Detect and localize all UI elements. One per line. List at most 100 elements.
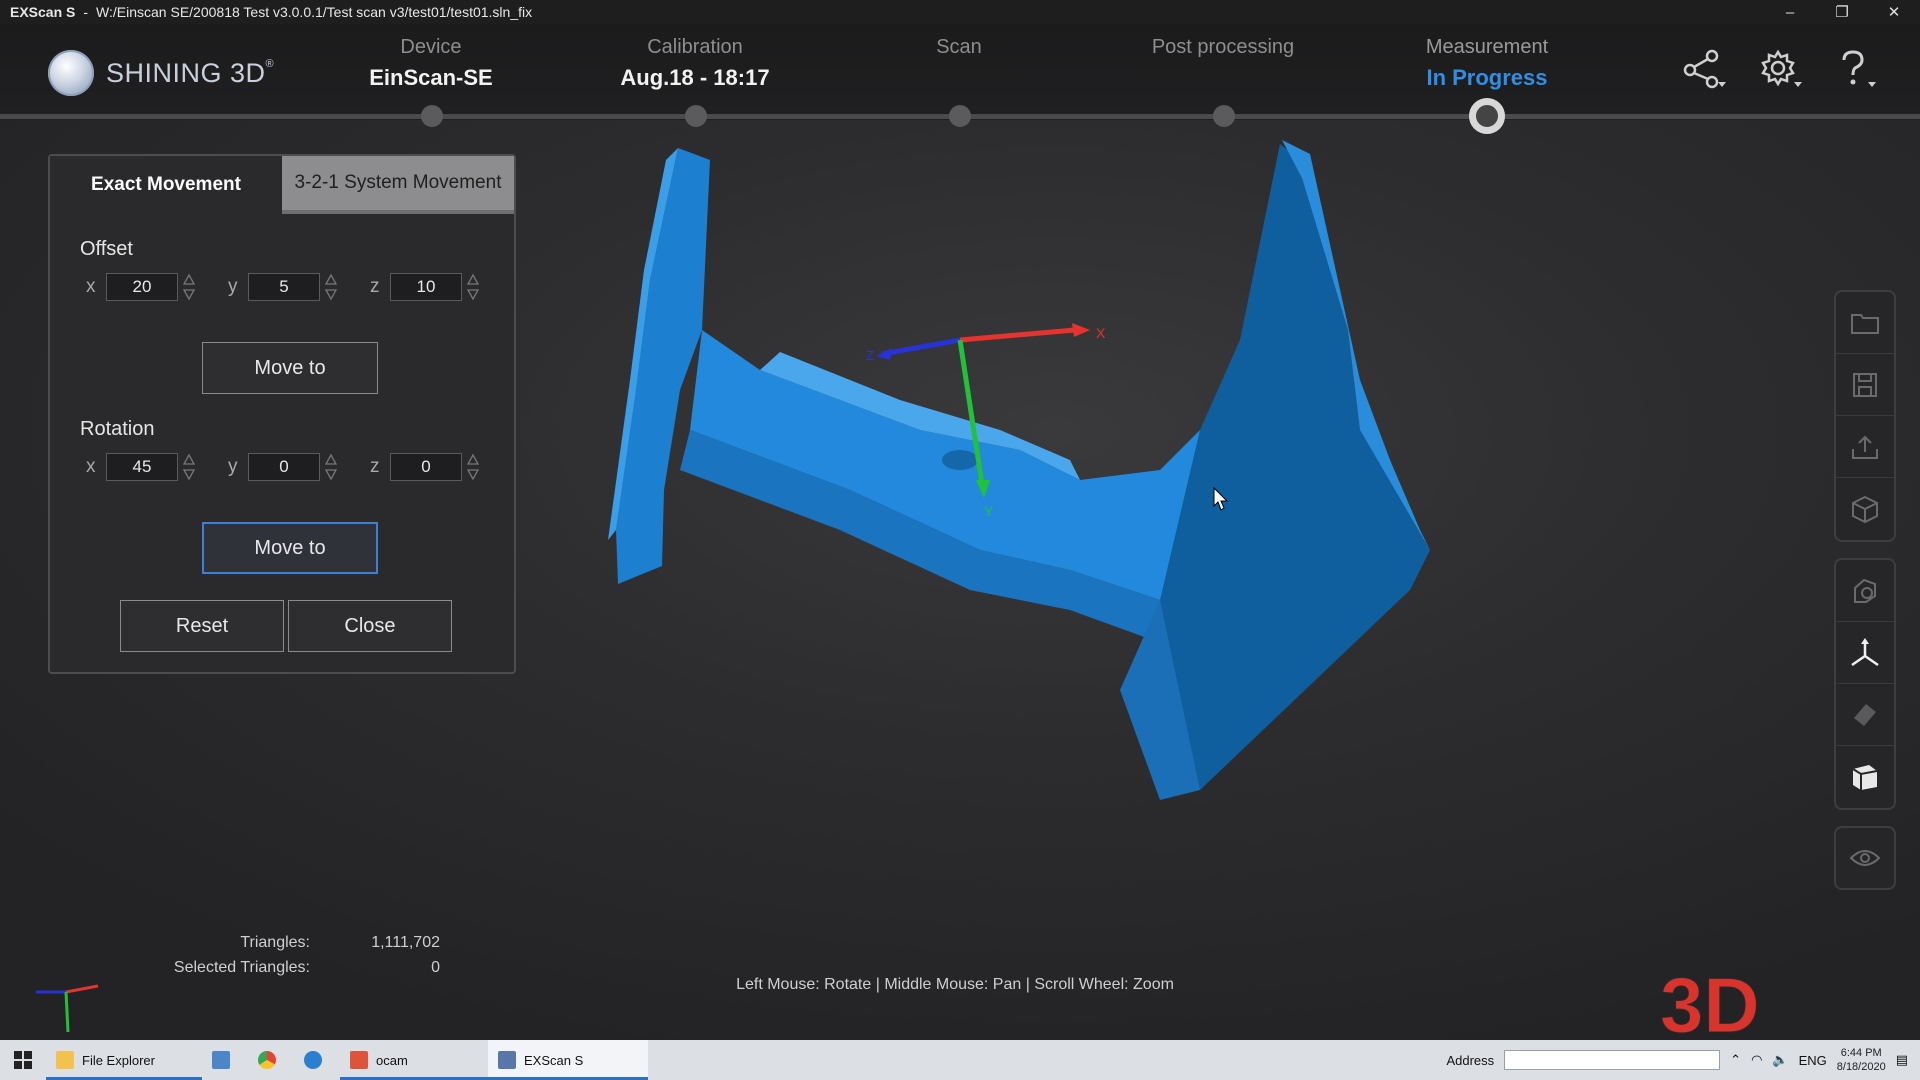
taskbar-exscan[interactable]: EXScan S [488, 1040, 648, 1080]
mouse-hint: Left Mouse: Rotate | Middle Mouse: Pan |… [736, 976, 1174, 993]
edge-icon [304, 1051, 322, 1069]
rotation-move-to-button[interactable]: Move to [202, 522, 378, 574]
align-icon[interactable] [1836, 560, 1894, 622]
coordinate-axes-icon[interactable] [1836, 622, 1894, 684]
view-toolgroup [1834, 826, 1896, 890]
step-scan[interactable]: Scan [849, 36, 1069, 65]
file-toolgroup [1834, 290, 1896, 542]
windows-start-icon[interactable] [0, 1040, 46, 1080]
tray-chevron-icon[interactable]: ⌃ [1730, 1052, 1741, 1068]
step-post-processing[interactable]: Post processing [1113, 36, 1333, 65]
step-measurement[interactable]: Measurement In Progress [1377, 36, 1597, 91]
offset-y-input[interactable]: 5 [248, 273, 320, 301]
selected-triangles-label: Selected Triangles: [173, 959, 310, 976]
rotation-y-input[interactable]: 0 [248, 453, 320, 481]
step-node-measurement[interactable] [1469, 98, 1505, 134]
rotation-y-spinner-icon[interactable] [322, 452, 340, 482]
rotation-x-spinner-icon[interactable] [180, 452, 198, 482]
settings-icon[interactable] [1758, 46, 1804, 92]
eye-icon[interactable] [1836, 828, 1894, 888]
rotation-z-input[interactable]: 0 [390, 453, 462, 481]
taskbar-app-1[interactable] [202, 1040, 248, 1080]
triangles-row: Triangles: 1,111,702 [140, 934, 440, 959]
gizmo-z-label: Z [866, 348, 874, 363]
axis-label-x: x [86, 276, 96, 297]
step-node-post-processing[interactable] [1213, 105, 1235, 127]
step-label: Calibration [647, 36, 743, 58]
selected-triangles-row: Selected Triangles: 0 [140, 959, 440, 984]
taskbar-file-explorer[interactable]: File Explorer [46, 1040, 202, 1080]
step-label: Scan [936, 36, 982, 58]
measure-icon[interactable] [1836, 684, 1894, 746]
axis-label-y: y [228, 456, 238, 477]
offset-x-input[interactable]: 20 [106, 273, 178, 301]
movement-tabs: Exact Movement 3-2-1 System Movement [50, 156, 514, 214]
window-controls: – ❐ ✕ [1764, 0, 1920, 24]
offset-move-to-button[interactable]: Move to [202, 342, 378, 394]
title-separator: - [83, 4, 89, 20]
minimize-button[interactable]: – [1764, 0, 1816, 24]
step-node-scan[interactable] [949, 105, 971, 127]
export-icon[interactable] [1836, 416, 1894, 478]
scan-model-viewport[interactable]: X Y Z [600, 130, 1460, 810]
workflow-steps: Device EinScan-SE Calibration Aug.18 - 1… [0, 24, 1920, 134]
step-device[interactable]: Device EinScan-SE [321, 36, 541, 91]
folder-icon[interactable] [1836, 292, 1894, 354]
network-icon[interactable]: ◠ [1751, 1052, 1762, 1068]
offset-y-spinner-icon[interactable] [322, 272, 340, 302]
step-calibration[interactable]: Calibration Aug.18 - 18:17 [585, 36, 805, 91]
offset-fields: x 20 y 5 z 10 [86, 272, 496, 302]
taskbar-label: ocam [376, 1052, 408, 1068]
tab-exact-movement[interactable]: Exact Movement [50, 156, 282, 214]
system-tray: Address ⌃ ◠ 🔈 ENG 6:44 PM 8/18/2020 ▤ [1446, 1040, 1920, 1080]
edit-toolgroup [1834, 558, 1896, 810]
taskbar-edge[interactable] [294, 1040, 340, 1080]
axis-label-y: y [228, 276, 238, 297]
notification-icon[interactable]: ▤ [1896, 1052, 1908, 1068]
rotation-x-input[interactable]: 45 [106, 453, 178, 481]
volume-icon[interactable]: 🔈 [1772, 1052, 1788, 1068]
cube-icon[interactable] [1836, 478, 1894, 540]
triangles-value: 1,111,702 [371, 934, 440, 951]
rotation-title: Rotation [80, 418, 155, 440]
address-input[interactable] [1504, 1050, 1721, 1070]
axis-label-z: z [370, 276, 380, 297]
ocam-icon [350, 1051, 368, 1069]
box-select-icon[interactable] [1836, 746, 1894, 808]
close-button[interactable]: Close [288, 600, 452, 652]
rotation-z-spinner-icon[interactable] [464, 452, 482, 482]
tab-3-2-1-system-movement[interactable]: 3-2-1 System Movement [282, 156, 514, 214]
save-icon[interactable] [1836, 354, 1894, 416]
restore-button[interactable]: ❐ [1816, 0, 1868, 24]
offset-x-spinner-icon[interactable] [180, 272, 198, 302]
reset-button[interactable]: Reset [120, 600, 284, 652]
workflow-header: SHINING 3D® Device EinScan-SE Calibratio… [0, 24, 1920, 134]
close-window-button[interactable]: ✕ [1868, 0, 1920, 24]
mesh-stats: Triangles: 1,111,702 Selected Triangles:… [140, 934, 440, 984]
offset-z-input[interactable]: 10 [390, 273, 462, 301]
taskbar-ocam[interactable]: ocam [340, 1040, 488, 1080]
language-indicator[interactable]: ENG [1799, 1053, 1827, 1068]
clock-time: 6:44 PM [1840, 1047, 1882, 1059]
share-icon[interactable] [1682, 46, 1728, 92]
orientation-axes-icon [28, 978, 108, 1043]
help-icon[interactable] [1834, 46, 1880, 92]
header-icons [1682, 46, 1880, 92]
step-label: Measurement [1425, 36, 1549, 58]
taskbar-chrome[interactable] [248, 1040, 294, 1080]
offset-title: Offset [80, 238, 133, 260]
movement-panel: Exact Movement 3-2-1 System Movement Off… [48, 154, 516, 674]
offset-z-spinner-icon[interactable] [464, 272, 482, 302]
axis-label-x: x [86, 456, 96, 477]
gizmo-y-label: Y [984, 503, 994, 519]
exscan-icon [498, 1051, 516, 1069]
taskbar-label: File Explorer [82, 1052, 155, 1068]
step-value: Aug.18 - 18:17 [620, 65, 770, 90]
clock[interactable]: 6:44 PM 8/18/2020 [1837, 1046, 1886, 1074]
step-node-device[interactable] [421, 105, 443, 127]
step-value: EinScan-SE [369, 65, 493, 90]
triangles-label: Triangles: [240, 934, 310, 951]
watermark-text: 3D [1660, 970, 1760, 1040]
taskbar-label: EXScan S [524, 1052, 584, 1068]
step-node-calibration[interactable] [685, 105, 707, 127]
